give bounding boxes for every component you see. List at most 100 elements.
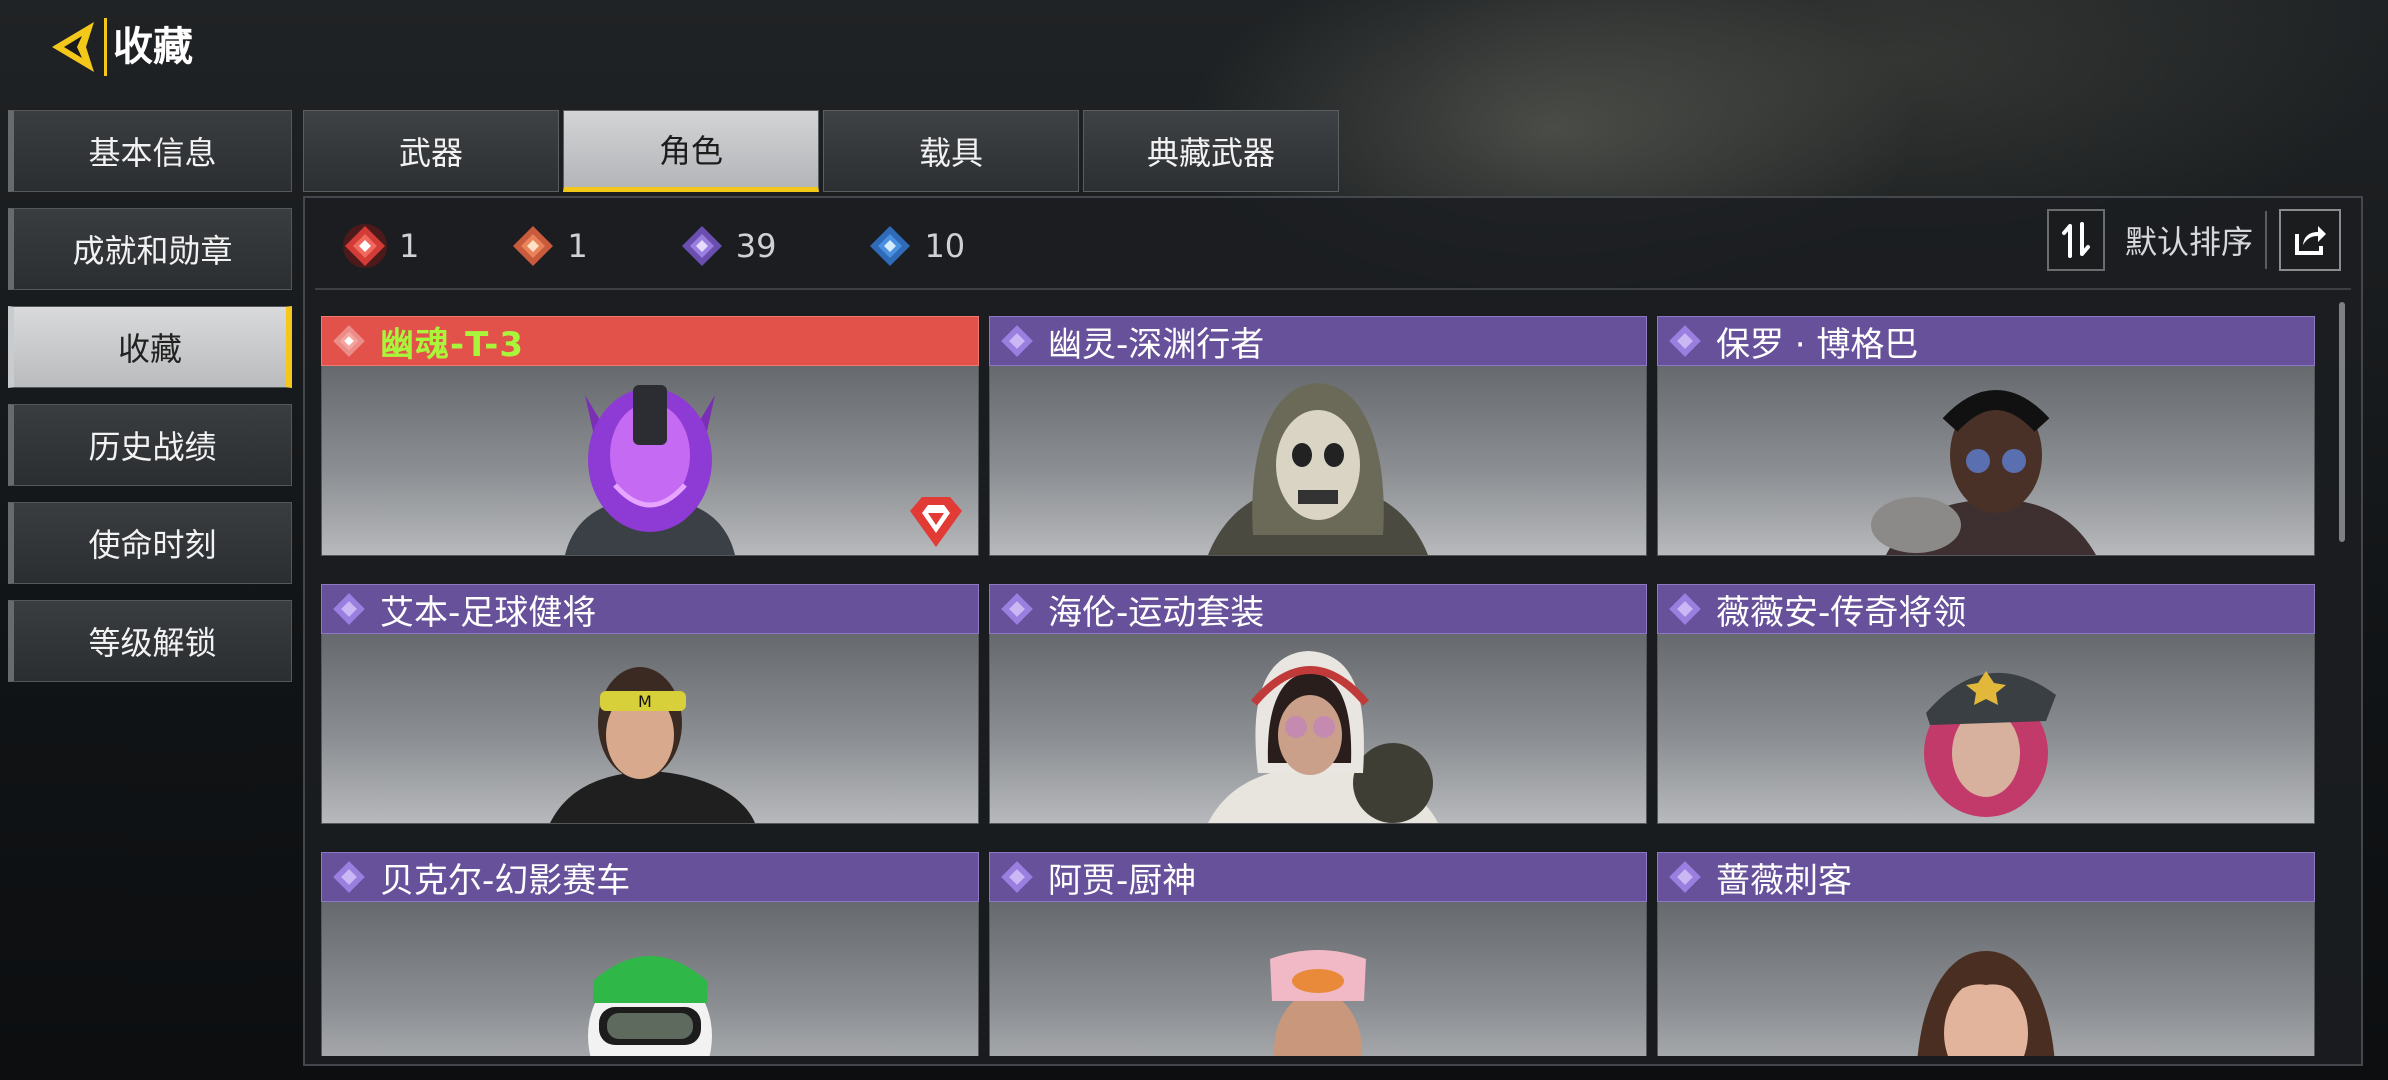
tab-collector-weapons[interactable]: 典藏武器 [1083,110,1339,192]
rarity-count-value: 1 [567,227,588,265]
epic-rarity-icon [1001,861,1033,893]
character-portrait-image [565,385,735,555]
epic-rarity-icon [333,861,365,893]
menu-item-moments[interactable]: 使命时刻 [8,502,292,584]
svg-text:M: M [638,692,652,711]
character-card[interactable]: 幽灵-深渊行者 [989,316,1647,556]
epic-rarity-icon [1669,325,1701,357]
mythic-emblem-icon [910,497,962,547]
rarity-count-value: 1 [399,227,420,265]
card-portrait-area: M [321,634,979,824]
character-portrait-image: M [550,667,755,823]
rarity-counts: 1 1 39 10 [341,220,1055,272]
rarity-count-mythic: 1 [341,222,419,270]
menu-item-label: 成就和勋章 [72,232,233,270]
character-card[interactable]: 艾本-足球健将 M [321,584,979,824]
card-title: 阿贾-厨神 [1048,860,1197,901]
card-title: 蔷薇刺客 [1716,860,1852,901]
card-portrait-area [321,366,979,556]
menu-item-label: 收藏 [117,330,182,368]
character-portrait-image [1208,383,1428,555]
sort-area: 默认排序 [2046,208,2341,272]
card-title: 保罗 · 博格巴 [1716,324,1919,365]
epic-rarity-icon [1001,325,1033,357]
epic-rarity-icon [333,593,365,625]
grid-scrollbar[interactable] [2339,302,2345,542]
card-header: 蔷薇刺客 [1657,852,2315,902]
character-portrait-image [1208,651,1438,823]
character-card[interactable]: 阿贾-厨神 [989,852,1647,1056]
menu-item-achievements[interactable]: 成就和勋章 [8,208,292,290]
character-card[interactable]: 保罗 · 博格巴 [1657,316,2315,556]
collection-grid: 幽魂-T-3 幽灵-深渊行者 保罗 · 博格巴 艾本-足球健将 M 海伦-运动套… [321,316,2321,1056]
epic-rarity-icon [1669,861,1701,893]
left-menu: 基本信息 成就和勋章 收藏 历史战绩 使命时刻 等级解锁 [8,110,292,698]
category-tabs: 武器 角色 载具 典藏武器 [303,110,1339,192]
collection-panel: 1 1 39 10 默认排序 幽魂-T-3 幽灵-深渊行者 保罗 · 博格巴 艾… [303,196,2363,1066]
menu-item-label: 基本信息 [88,134,217,172]
card-portrait-area [1657,902,2315,1056]
menu-item-level-unlock[interactable]: 等级解锁 [8,600,292,682]
tab-label: 武器 [398,134,463,172]
epic-rarity-icon [1669,593,1701,625]
character-portrait-image [1871,390,2096,555]
card-header: 贝克尔-幻影赛车 [321,852,979,902]
panel-divider [315,288,2351,290]
card-portrait-area [321,902,979,1056]
card-header: 海伦-运动套装 [989,584,1647,634]
character-card[interactable]: 幽魂-T-3 [321,316,979,556]
rarity-count-value: 10 [924,227,966,265]
tab-vehicles[interactable]: 载具 [823,110,1079,192]
menu-item-collection[interactable]: 收藏 [8,306,292,388]
menu-item-history[interactable]: 历史战绩 [8,404,292,486]
character-card[interactable]: 薇薇安-传奇将领 [1657,584,2315,824]
menu-item-basic-info[interactable]: 基本信息 [8,110,292,192]
card-header: 幽魂-T-3 [321,316,979,366]
card-title: 薇薇安-传奇将领 [1716,592,1967,633]
sort-toggle-button[interactable] [2046,209,2105,271]
card-header: 薇薇安-传奇将领 [1657,584,2315,634]
tab-label: 载具 [918,134,983,172]
character-portrait-image [588,956,712,1056]
back-arrow-icon [52,22,94,72]
card-portrait-area [989,366,1647,556]
character-portrait-image [1924,671,2056,817]
card-header: 保罗 · 博格巴 [1657,316,2315,366]
rarity-count-epic: 39 [678,222,777,270]
menu-item-label: 使命时刻 [88,526,217,564]
mythic-rarity-icon [333,325,365,357]
character-card[interactable]: 贝克尔-幻影赛车 [321,852,979,1056]
tab-weapons[interactable]: 武器 [303,110,559,192]
character-card[interactable]: 海伦-运动套装 [989,584,1647,824]
rare-blue-icon [870,226,911,266]
character-portrait-image [1270,950,1366,1056]
card-title: 海伦-运动套装 [1048,592,1265,633]
card-title: 幽灵-深渊行者 [1048,324,1265,365]
epic-rarity-icon [1001,593,1033,625]
rarity-count-value: 39 [735,227,777,265]
mythic-red-icon [343,224,387,268]
divider [2265,211,2267,269]
character-portrait-image [1917,951,2055,1056]
card-title: 幽魂-T-3 [380,324,525,365]
card-portrait-area [989,634,1647,824]
card-portrait-area [989,902,1647,1056]
card-header: 艾本-足球健将 [321,584,979,634]
card-portrait-area [1657,634,2315,824]
epic-purple-icon [681,226,722,266]
card-header: 阿贾-厨神 [989,852,1647,902]
tab-characters[interactable]: 角色 [563,110,819,192]
card-header: 幽灵-深渊行者 [989,316,1647,366]
tab-label: 角色 [658,132,723,170]
back-button[interactable] [44,16,106,78]
share-button[interactable] [2279,209,2341,271]
menu-item-label: 等级解锁 [88,624,217,662]
character-card[interactable]: 蔷薇刺客 [1657,852,2315,1056]
rarity-count-legendary: 1 [509,222,588,270]
sort-arrows-icon [2061,222,2090,258]
rarity-count-rare: 10 [866,222,965,270]
sort-label[interactable]: 默认排序 [2125,217,2253,263]
card-title: 贝克尔-幻影赛车 [380,860,631,901]
card-portrait-area [1657,366,2315,556]
legendary-orange-icon [513,226,554,266]
